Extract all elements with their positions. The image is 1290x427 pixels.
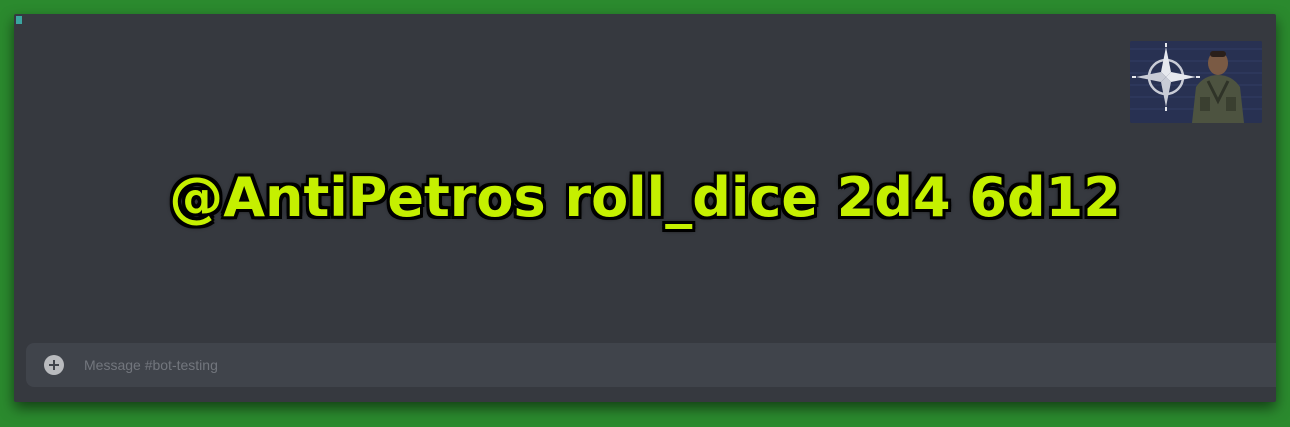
message-composer (26, 343, 1276, 387)
plus-circle-icon[interactable] (44, 355, 64, 375)
compass-star-icon (1130, 41, 1262, 123)
message-input[interactable] (82, 344, 1276, 386)
chat-window: @AntiPetros roll_dice 2d4 6d12 (14, 14, 1276, 402)
command-overlay-text: @AntiPetros roll_dice 2d4 6d12 (168, 165, 1123, 231)
unread-marker (16, 16, 22, 24)
video-thumbnail[interactable] (1130, 41, 1262, 123)
